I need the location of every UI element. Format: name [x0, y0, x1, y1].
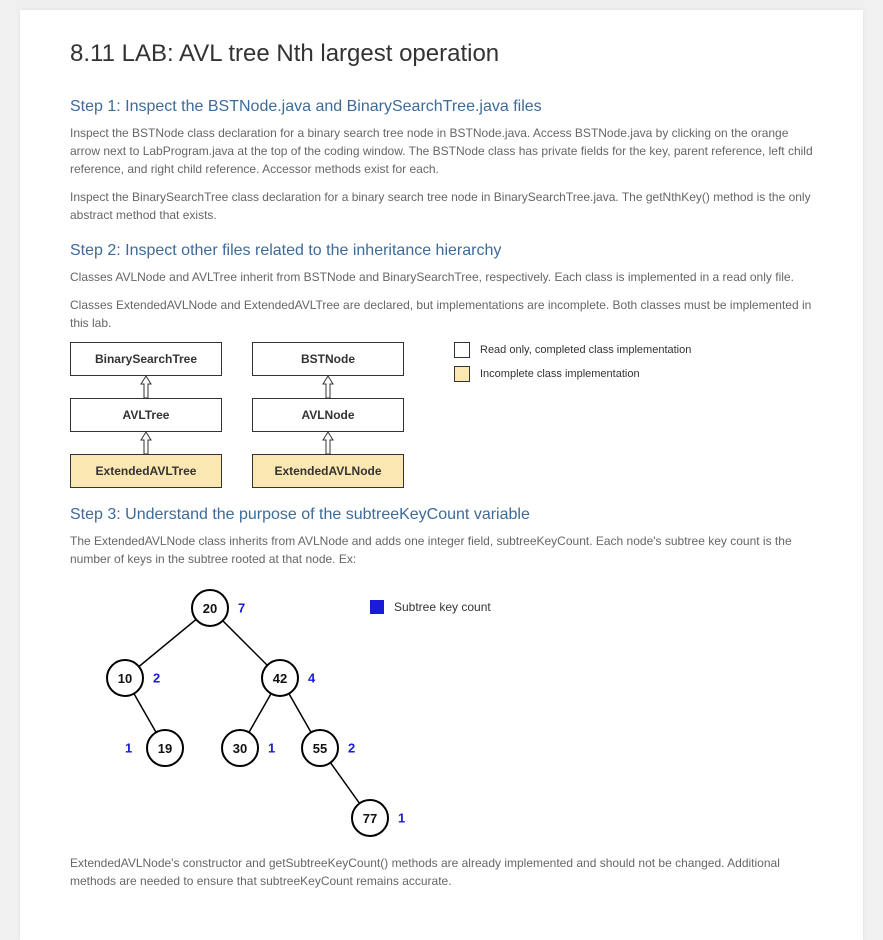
tree-node-10: 10: [106, 659, 144, 697]
classbox-avlnode: AVLNode: [252, 398, 404, 432]
classbox-avltree: AVLTree: [70, 398, 222, 432]
inheritance-col-node: BSTNode AVLNode ExtendedAVLNode: [252, 342, 404, 488]
legend-square-icon: [454, 366, 470, 382]
tree-node-19: 19: [146, 729, 184, 767]
tree-node-20: 20: [191, 589, 229, 627]
skc-20: 7: [238, 601, 245, 616]
classbox-binarysearchtree: BinarySearchTree: [70, 342, 222, 376]
classbox-extendedavltree: ExtendedAVLTree: [70, 454, 222, 488]
tree-node-77: 77: [351, 799, 389, 837]
legend-square-icon: [454, 342, 470, 358]
inherit-arrow-icon: [146, 376, 147, 398]
legend-readonly: Read only, completed class implementatio…: [454, 342, 691, 358]
step2-heading: Step 2: Inspect other files related to t…: [70, 242, 813, 260]
tree-node-55: 55: [301, 729, 339, 767]
inheritance-col-tree: BinarySearchTree AVLTree ExtendedAVLTree: [70, 342, 222, 488]
tree-edges: [70, 578, 530, 848]
inherit-arrow-icon: [328, 376, 329, 398]
step3-heading: Step 3: Understand the purpose of the su…: [70, 506, 813, 524]
step2-paragraph-2: Classes ExtendedAVLNode and ExtendedAVLT…: [70, 296, 813, 332]
skc-55: 2: [348, 741, 355, 756]
tree-legend: Subtree key count: [370, 600, 491, 614]
lab-document: 8.11 LAB: AVL tree Nth largest operation…: [20, 10, 863, 940]
inherit-arrow-icon: [328, 432, 329, 454]
classbox-extendedavlnode: ExtendedAVLNode: [252, 454, 404, 488]
step1-paragraph-1: Inspect the BSTNode class declaration fo…: [70, 124, 813, 178]
tree-node-30: 30: [221, 729, 259, 767]
tree-node-42: 42: [261, 659, 299, 697]
inherit-arrow-icon: [146, 432, 147, 454]
classbox-bstnode: BSTNode: [252, 342, 404, 376]
skc-77: 1: [398, 811, 405, 826]
skc-19: 1: [125, 741, 132, 756]
step3-paragraph-1: The ExtendedAVLNode class inherits from …: [70, 532, 813, 568]
skc-10: 2: [153, 671, 160, 686]
tree-legend-label: Subtree key count: [394, 600, 491, 614]
skc-30: 1: [268, 741, 275, 756]
legend-square-icon: [370, 600, 384, 614]
step1-paragraph-2: Inspect the BinarySearchTree class decla…: [70, 188, 813, 224]
step2-paragraph-1: Classes AVLNode and AVLTree inherit from…: [70, 268, 813, 286]
skc-42: 4: [308, 671, 315, 686]
step3-paragraph-2: ExtendedAVLNode's constructor and getSub…: [70, 854, 813, 890]
step1-heading: Step 1: Inspect the BSTNode.java and Bin…: [70, 98, 813, 116]
tree-diagram: 20 7 10 2 42 4 19 1 30 1 55 2 77 1 Subtr…: [70, 578, 530, 848]
inheritance-legend: Read only, completed class implementatio…: [454, 342, 691, 390]
legend-incomplete: Incomplete class implementation: [454, 366, 691, 382]
lab-title: 8.11 LAB: AVL tree Nth largest operation: [70, 40, 813, 68]
legend-readonly-label: Read only, completed class implementatio…: [480, 344, 691, 356]
inheritance-diagram: BinarySearchTree AVLTree ExtendedAVLTree…: [70, 342, 813, 488]
legend-incomplete-label: Incomplete class implementation: [480, 368, 640, 380]
